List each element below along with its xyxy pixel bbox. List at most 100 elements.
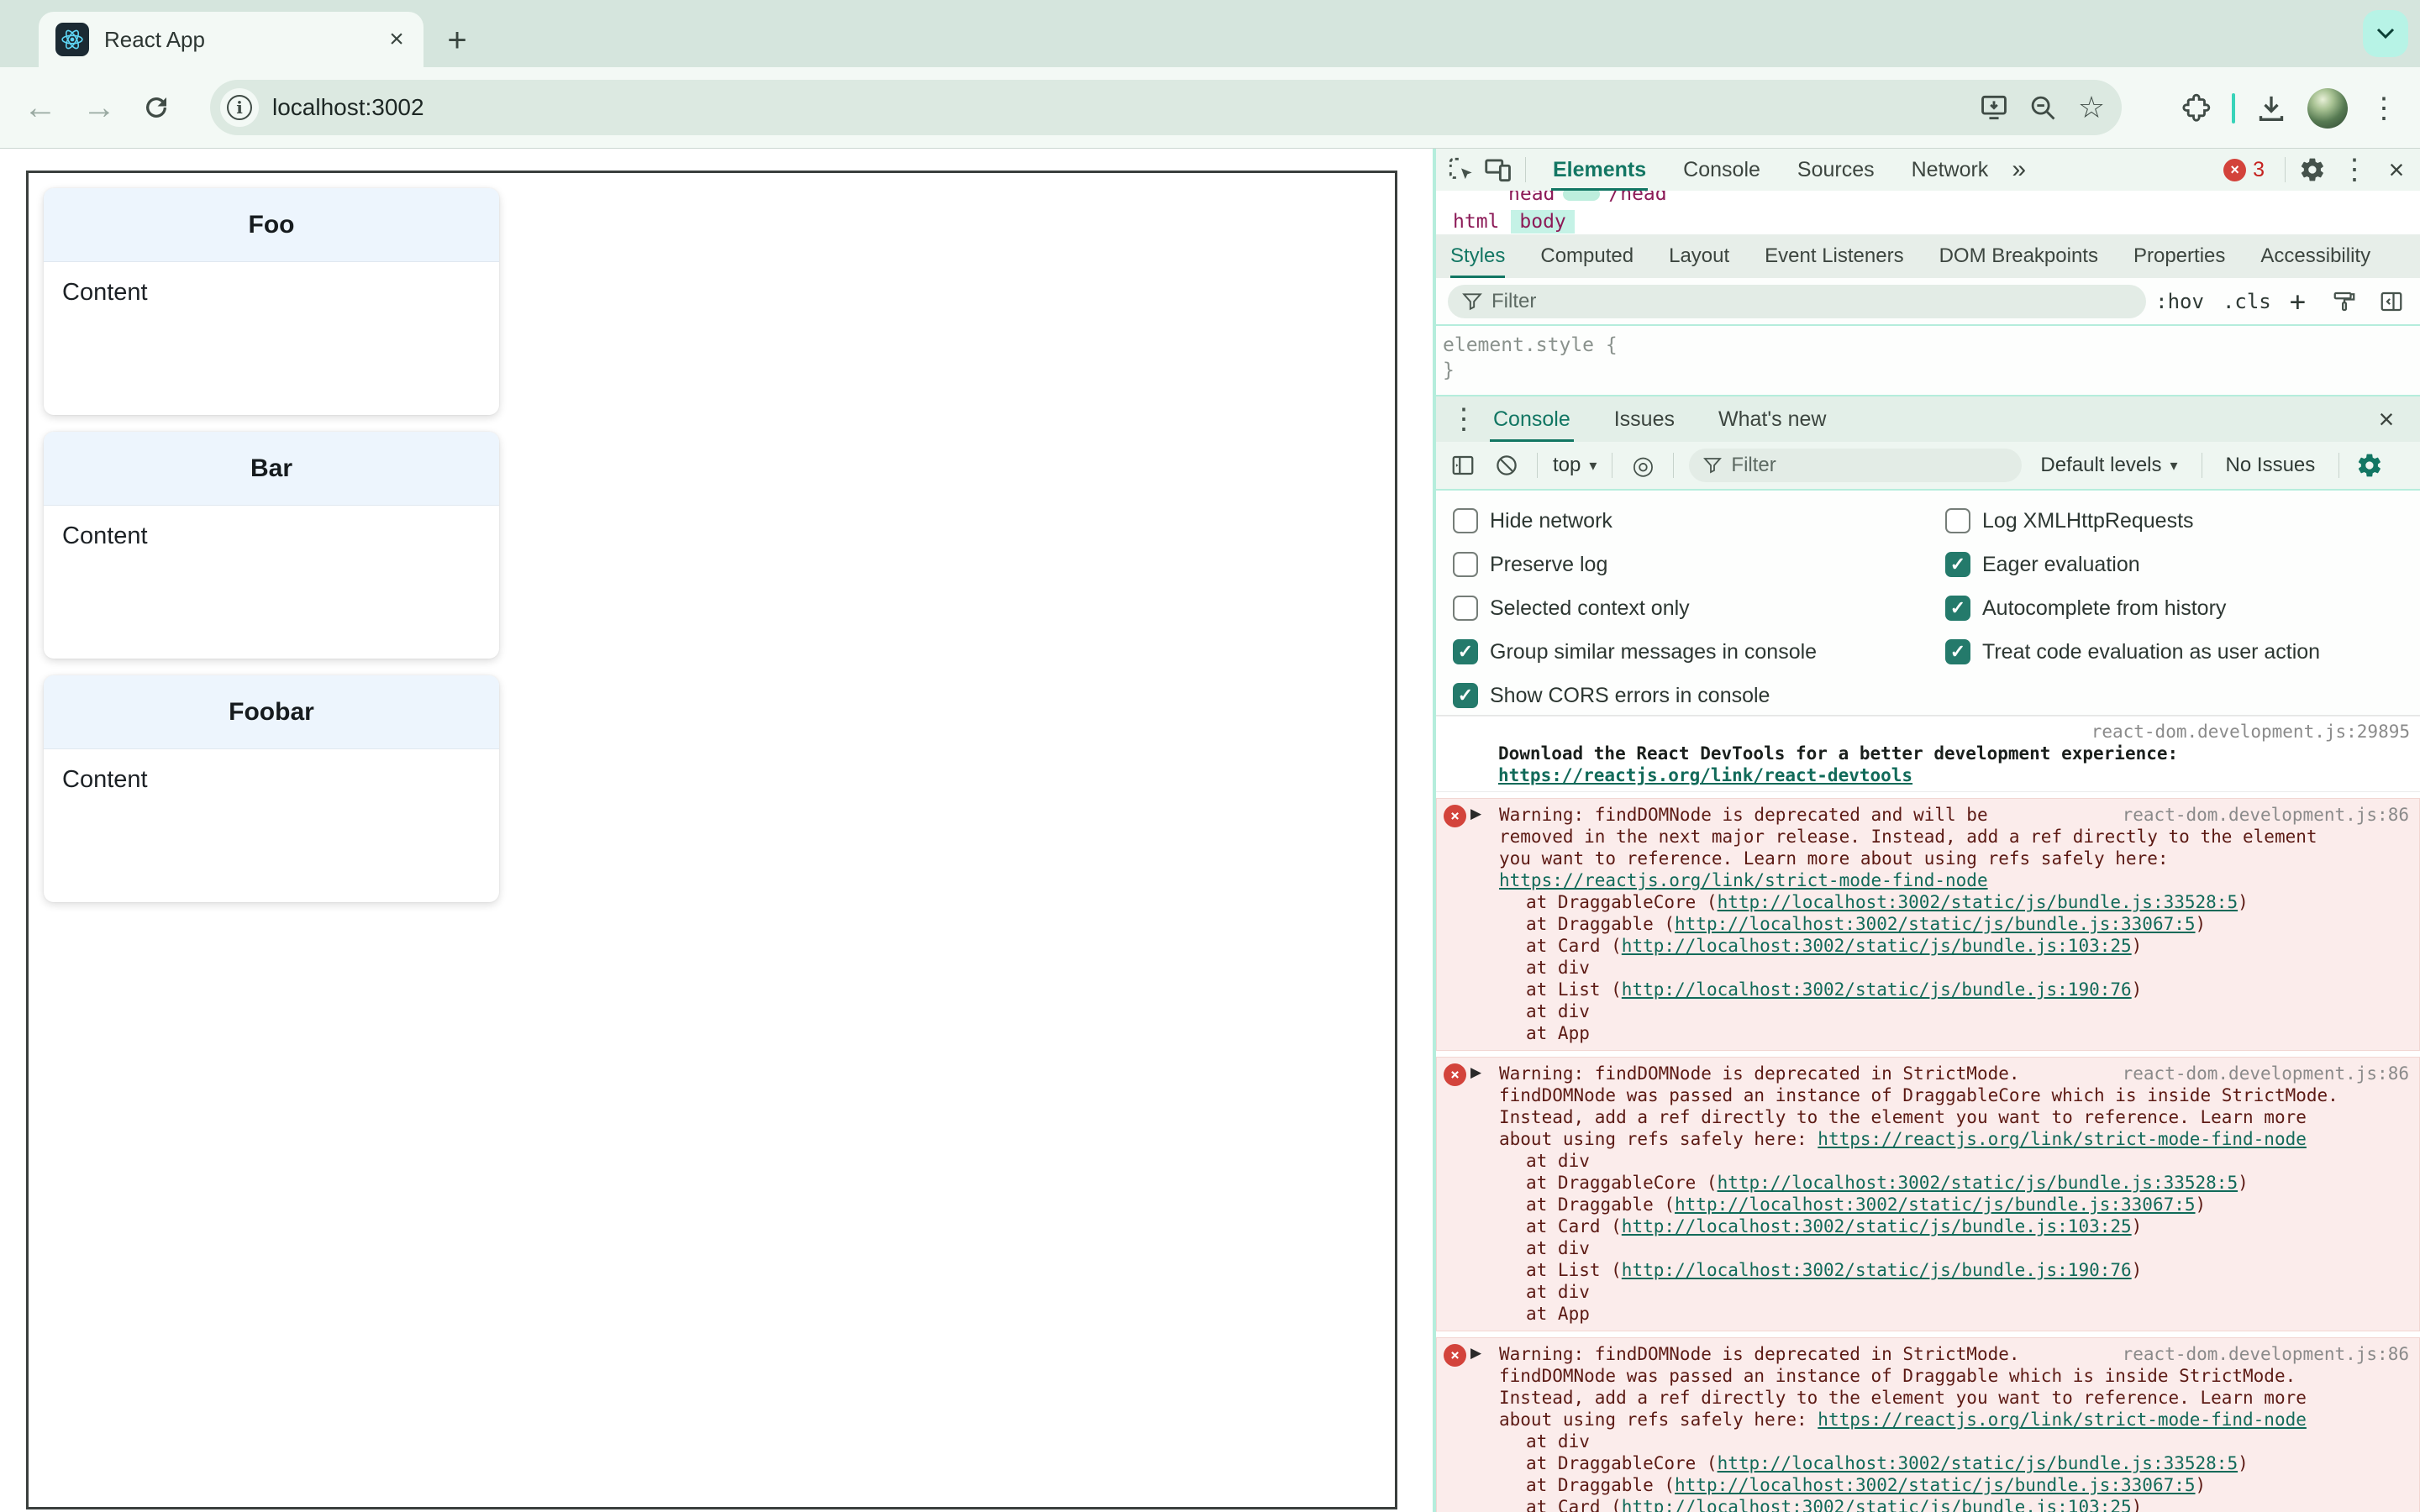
source-location-link[interactable]: react-dom.development.js:86 xyxy=(2123,804,2409,826)
checkbox-checked-icon[interactable]: ✓ xyxy=(1945,596,1970,621)
site-info-button[interactable]: i xyxy=(220,88,259,127)
console-link[interactable]: http://localhost:3002/static/js/bundle.j… xyxy=(1622,936,2132,956)
browser-tab[interactable]: React App × xyxy=(39,12,424,67)
expand-triangle-icon[interactable]: ▶ xyxy=(1470,803,1481,825)
console-setting[interactable]: Hide network xyxy=(1453,499,1612,543)
console-setting[interactable]: ✓ Autocomplete from history xyxy=(1945,586,2226,630)
show-computed-sidebar-button[interactable] xyxy=(2373,283,2410,320)
browser-menu-button[interactable]: ⋮ xyxy=(2365,89,2403,128)
checkbox-checked-icon[interactable]: ✓ xyxy=(1453,683,1478,708)
styles-pane[interactable]: element.style { } xyxy=(1436,326,2420,395)
console-link[interactable]: http://localhost:3002/static/js/bundle.j… xyxy=(1622,1497,2132,1512)
console-filter-field[interactable] xyxy=(1689,449,2023,482)
subtab-accessibility[interactable]: Accessibility xyxy=(2260,234,2370,278)
source-location-link[interactable]: react-dom.development.js:86 xyxy=(2123,1343,2409,1365)
card-header[interactable]: Foo xyxy=(44,188,499,262)
more-tabs-button[interactable]: » xyxy=(2012,155,2026,184)
checkbox-unchecked-icon[interactable] xyxy=(1945,508,1970,533)
card-header[interactable]: Foobar xyxy=(44,675,499,749)
checkbox-unchecked-icon[interactable] xyxy=(1453,508,1478,533)
drawer-menu-button[interactable]: ⋮ xyxy=(1449,402,1478,436)
console-filter-input[interactable] xyxy=(1731,454,1965,477)
checkbox-checked-icon[interactable]: ✓ xyxy=(1945,639,1970,664)
checkbox-unchecked-icon[interactable] xyxy=(1453,596,1478,621)
subtab-event-listeners[interactable]: Event Listeners xyxy=(1765,234,1903,278)
inspect-element-button[interactable] xyxy=(1443,151,1480,188)
tab-search-chevron-button[interactable] xyxy=(2363,10,2408,57)
console-link[interactable]: http://localhost:3002/static/js/bundle.j… xyxy=(1622,1260,2132,1280)
console-setting[interactable]: ✓ Group similar messages in console xyxy=(1453,630,1817,674)
install-app-button[interactable] xyxy=(1975,89,2012,126)
console-setting[interactable]: ✓ Eager evaluation xyxy=(1945,543,2140,586)
breadcrumb-body[interactable]: body xyxy=(1511,210,1575,234)
expand-children-chip[interactable] xyxy=(1563,191,1601,201)
console-link[interactable]: http://localhost:3002/static/js/bundle.j… xyxy=(1718,892,2238,912)
log-levels-selector[interactable]: Default levels ▾ xyxy=(2040,454,2177,477)
console-link[interactable]: http://localhost:3002/static/js/bundle.j… xyxy=(1718,1453,2238,1473)
console-setting[interactable]: Log XMLHttpRequests xyxy=(1945,499,2194,543)
tab-console[interactable]: Console xyxy=(1681,149,1762,191)
downloads-button[interactable] xyxy=(2252,89,2291,128)
console-setting[interactable]: Selected context only xyxy=(1453,586,1690,630)
clear-console-button[interactable] xyxy=(1488,447,1525,484)
styles-filter-input[interactable] xyxy=(1491,289,1981,313)
extensions-button[interactable] xyxy=(2176,89,2215,128)
expand-triangle-icon[interactable]: ▶ xyxy=(1470,1062,1481,1084)
drawer-tab-what-s-new[interactable]: What's new xyxy=(1715,396,1829,442)
checkbox-checked-icon[interactable]: ✓ xyxy=(1945,552,1970,577)
console-link[interactable]: https://reactjs.org/link/strict-mode-fin… xyxy=(1818,1129,2307,1149)
console-link[interactable]: http://localhost:3002/static/js/bundle.j… xyxy=(1675,914,2196,934)
console-setting[interactable]: ✓ Treat code evaluation as user action xyxy=(1945,630,2320,674)
console-link[interactable]: http://localhost:3002/static/js/bundle.j… xyxy=(1675,1475,2196,1495)
drawer-close-button[interactable]: × xyxy=(2368,401,2405,438)
issues-counter[interactable]: No Issues xyxy=(2226,454,2316,477)
new-style-rule-button[interactable]: + xyxy=(2290,286,2306,318)
subtab-properties[interactable]: Properties xyxy=(2133,234,2225,278)
console-link[interactable]: http://localhost:3002/static/js/bundle.j… xyxy=(1622,979,2132,1000)
console-setting[interactable]: Preserve log xyxy=(1453,543,1607,586)
card-header[interactable]: Bar xyxy=(44,432,499,506)
console-link[interactable]: http://localhost:3002/static/js/bundle.j… xyxy=(1675,1194,2196,1215)
create-live-expression-button[interactable]: ◎ xyxy=(1624,447,1661,484)
devtools-menu-button[interactable]: ⋮ xyxy=(2336,151,2373,188)
device-toolbar-button[interactable] xyxy=(1480,151,1517,188)
checkbox-unchecked-icon[interactable] xyxy=(1453,552,1478,577)
console-link[interactable]: https://reactjs.org/link/react-devtools xyxy=(1498,765,1912,785)
console-setting[interactable]: ✓ Show CORS errors in console xyxy=(1453,674,1770,717)
console-link[interactable]: http://localhost:3002/static/js/bundle.j… xyxy=(1718,1173,2238,1193)
tab-sources[interactable]: Sources xyxy=(1796,149,1876,191)
toggle-class[interactable]: .cls xyxy=(2223,290,2271,313)
address-bar[interactable]: i localhost:3002 ☆ xyxy=(210,80,2122,135)
back-button[interactable]: ← xyxy=(18,86,62,129)
execution-context-selector[interactable]: top ▾ xyxy=(1553,454,1597,477)
source-location-link[interactable]: react-dom.development.js:86 xyxy=(2123,1063,2409,1084)
subtab-layout[interactable]: Layout xyxy=(1669,234,1729,278)
dom-tree-clipped-row[interactable]: head /head xyxy=(1436,191,2420,209)
zoom-out-button[interactable] xyxy=(2024,89,2061,126)
bookmark-star-button[interactable]: ☆ xyxy=(2073,89,2110,126)
devtools-close-button[interactable]: × xyxy=(2378,151,2415,188)
drawer-tab-console[interactable]: Console xyxy=(1490,396,1574,442)
console-info-message[interactable]: react-dom.development.js:29895 Download t… xyxy=(1436,716,2420,792)
console-link[interactable]: https://reactjs.org/link/strict-mode-fin… xyxy=(1499,870,1988,890)
console-warning-message[interactable]: × ▶ react-dom.development.js:86 Warning: fi… xyxy=(1436,1057,2420,1331)
console-settings-button[interactable] xyxy=(2351,447,2388,484)
tab-network[interactable]: Network xyxy=(1910,149,1991,191)
card[interactable]: Foobar Content xyxy=(44,675,499,902)
reload-button[interactable] xyxy=(134,86,178,129)
tab-close-icon[interactable]: × xyxy=(380,23,413,56)
devtools-settings-button[interactable] xyxy=(2294,151,2331,188)
card[interactable]: Foo Content xyxy=(44,188,499,415)
subtab-styles[interactable]: Styles xyxy=(1450,234,1506,278)
console-warning-message[interactable]: × ▶ react-dom.development.js:86 Warning: fi… xyxy=(1436,798,2420,1051)
profile-avatar[interactable] xyxy=(2307,87,2348,129)
card[interactable]: Bar Content xyxy=(44,432,499,659)
console-link[interactable]: http://localhost:3002/static/js/bundle.j… xyxy=(1622,1216,2132,1236)
expand-triangle-icon[interactable]: ▶ xyxy=(1470,1342,1481,1364)
subtab-dom-breakpoints[interactable]: DOM Breakpoints xyxy=(1939,234,2098,278)
toggle-hover-state[interactable]: :hov xyxy=(2155,290,2204,313)
new-tab-button[interactable]: + xyxy=(439,22,476,59)
drawer-tab-issues[interactable]: Issues xyxy=(1611,396,1678,442)
show-console-sidebar-button[interactable] xyxy=(1444,447,1481,484)
source-location-link[interactable]: react-dom.development.js:29895 xyxy=(2091,722,2410,742)
